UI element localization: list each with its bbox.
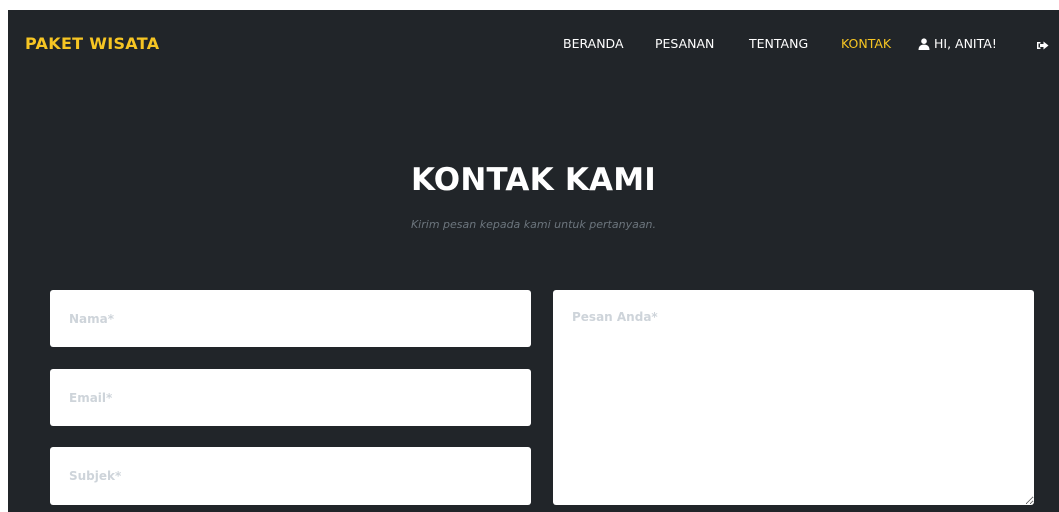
message-textarea[interactable]	[553, 290, 1034, 505]
name-input[interactable]	[50, 290, 531, 347]
navbar: PAKET WISATA BERANDA PESANAN TENTANG KON…	[8, 10, 1059, 80]
email-input[interactable]	[50, 369, 531, 426]
logout-button[interactable]	[1037, 36, 1049, 55]
page-subtitle: Kirim pesan kepada kami untuk pertanyaan…	[410, 218, 657, 231]
sign-out-icon	[1037, 40, 1049, 51]
nav-item-tentang[interactable]: TENTANG	[749, 36, 808, 51]
nav-item-beranda[interactable]: BERANDA	[563, 36, 624, 51]
user-menu[interactable]: HI, ANITA!	[918, 36, 997, 51]
page-title: KONTAK KAMI	[410, 162, 657, 198]
user-greeting: HI, ANITA!	[934, 36, 997, 51]
user-icon	[918, 37, 930, 50]
nav-item-pesanan[interactable]: PESANAN	[655, 36, 714, 51]
brand-logo[interactable]: PAKET WISATA	[25, 34, 159, 53]
subject-input[interactable]	[50, 447, 531, 505]
page-frame: PAKET WISATA BERANDA PESANAN TENTANG KON…	[8, 10, 1059, 512]
nav-item-kontak[interactable]: KONTAK	[841, 36, 891, 51]
